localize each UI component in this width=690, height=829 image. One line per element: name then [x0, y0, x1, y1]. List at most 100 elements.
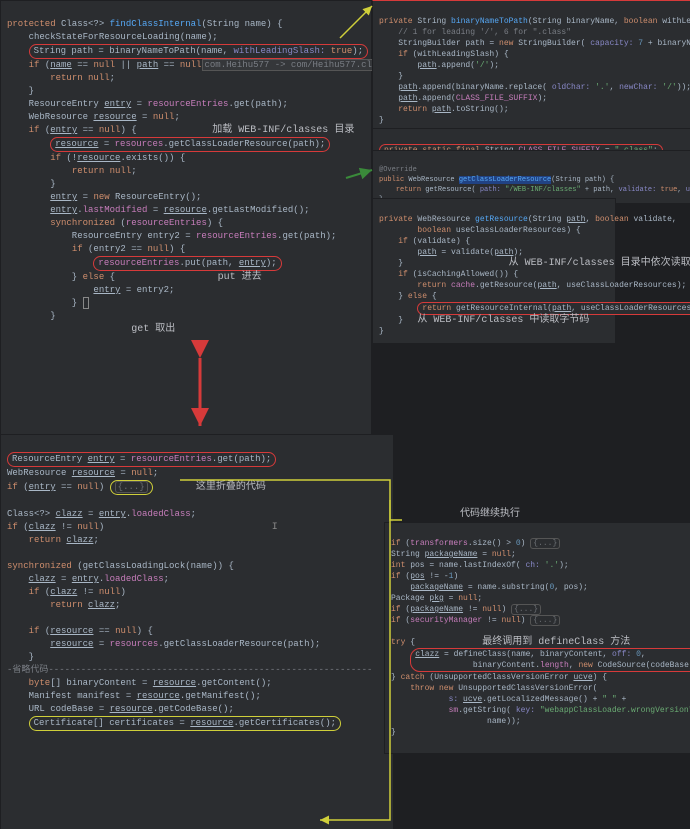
cl: synchronized (getClassLoadingLock(name))… [7, 561, 234, 571]
cl: if (clazz != null) I [7, 522, 278, 532]
cl: } 从 WEB-INF/classes 目录中依次读取 [379, 259, 690, 268]
cl: if (entry == null) { 加载 WEB-INF/classes … [7, 125, 354, 135]
cl: WebResource resource = null; [7, 468, 158, 478]
cl: entry = new ResourceEntry(); [7, 192, 201, 202]
cl: public WebResource getClassLoaderResourc… [379, 176, 614, 184]
cl: path.append('/'); [379, 61, 499, 70]
cl: path = validate(path); [379, 248, 523, 257]
hl-getresinternal: return getResourceInternal(path, useClas… [417, 302, 690, 315]
cl: ResourceEntry entry = resourceEntries.ge… [7, 454, 276, 464]
cl: Manifest manifest = resource.getManifest… [7, 691, 261, 701]
cl: ResourceEntry entry = resourceEntries.ge… [7, 99, 288, 109]
cl: packageName = name.substring(0, pos); [391, 583, 588, 592]
r1-binarynametopath: private String binaryNameToPath(String b… [372, 0, 690, 132]
cl: StringBuilder path = new StringBuilder( … [379, 39, 690, 48]
cl: -省略代码-----------------------------------… [7, 665, 372, 675]
cl: if (isCachingAllowed()) { [379, 270, 518, 279]
cl: if (!resource.exists()) { [7, 153, 185, 163]
cl: if (securityManager != null) {...} [391, 615, 560, 626]
ann-get-label: get 取出 [131, 324, 175, 335]
ann-read-bytes: 从 WEB-INF/classes 中读取字节码 [417, 315, 589, 326]
cl: ResourceEntry entry2 = resourceEntries.g… [7, 231, 336, 241]
cl [7, 613, 12, 623]
hl-path: String path = binaryNameToPath(name, wit… [29, 44, 369, 59]
cl: if (entry == null) {...} 这里折叠的代码 [7, 482, 266, 492]
ann-omitted: -省略代码-- [7, 665, 59, 675]
cl: } [7, 311, 56, 321]
cl: return null; [7, 166, 137, 176]
left-code-panel-lines: protected Class<?> findClassInternal(Str… [0, 0, 372, 442]
cl: path.append(CLASS_FILE_SUFFIX); [379, 94, 547, 103]
cl: resource = resources.getClassLoaderResou… [7, 139, 330, 149]
cl: // 1 for leading '/', 6 for ".class" [379, 28, 571, 37]
cl: Certificate[] certificates = resource.ge… [7, 718, 341, 728]
hl-getresource: resource = resources.getClassLoaderResou… [50, 137, 330, 152]
cl: WebResource resource = null; [7, 112, 180, 122]
caret-icon: I [272, 522, 278, 533]
cl [7, 548, 12, 558]
cl: s: ucve.getLocalizedMessage() + " " + [391, 695, 626, 704]
cl: } [379, 72, 403, 81]
ann-load-webinf: 加载 WEB-INF/classes 目录 [212, 125, 354, 136]
code-diagram: protected Class<?> protected Class<?> fi… [0, 0, 690, 829]
hl-defineclass: clazz = defineClass(name, binaryContent,… [410, 648, 690, 672]
cl: } 从 WEB-INF/classes 中读取字节码 [379, 316, 589, 325]
cl: private WebResource getResource(String p… [379, 215, 677, 224]
cl [391, 627, 396, 636]
cl: } [379, 327, 384, 336]
ann-put-label: put 进去 [218, 272, 262, 283]
cl: if (resource == null) { [7, 626, 153, 636]
cl: Class<?> clazz = entry.loadedClass; [7, 509, 196, 519]
cl: name)); [391, 717, 521, 726]
cl: } [379, 116, 384, 125]
hl-put: resourceEntries.put(path, entry); [93, 256, 281, 271]
cl: String path = binaryNameToPath(name, wit… [7, 46, 368, 56]
cl: checkStateForResourceLoading(name); [7, 32, 218, 42]
cl: if (validate) { [379, 237, 470, 246]
cl: if (clazz != null) [7, 587, 126, 597]
cl: entry.lastModified = resource.getLastMod… [7, 205, 310, 215]
cl: return getResource( path: "/WEB-INF/clas… [379, 186, 690, 194]
cl: synchronized (resourceEntries) { [7, 218, 223, 228]
r5-defineclass: if (transformers.size() > 0) {...} Strin… [384, 522, 690, 754]
cl: } [7, 298, 89, 308]
cl: return null; [7, 73, 115, 83]
cl: return clazz; [7, 535, 99, 545]
cl [7, 496, 12, 506]
cl: } [7, 86, 34, 96]
cl: byte[] binaryContent = resource.getConte… [7, 678, 272, 688]
cl: sm.getString( key: "webappClassLoader.wr… [391, 706, 690, 715]
ann-read-dir: 从 WEB-INF/classes 目录中依次读取 [509, 258, 690, 269]
cl: return getResourceInternal(path, useClas… [379, 304, 690, 313]
cl: } [7, 179, 56, 189]
cl: if (packageName != null) {...} [391, 604, 541, 615]
cl: } [391, 728, 396, 737]
cl: get 取出 [7, 324, 175, 334]
popup-tooltip: com.Heihu577 -> com/Heihu577.class [202, 59, 392, 71]
cl: URL codeBase = resource.getCodeBase(); [7, 704, 234, 714]
cl: resource = resources.getClassLoaderResou… [7, 639, 320, 649]
cl: int pos = name.lastIndexOf( ch: '.'); [391, 561, 569, 570]
mid-code-panel: ResourceEntry entry = resourceEntries.ge… [0, 434, 394, 829]
cl: Package pkg = null; [391, 594, 482, 603]
cl: if (withLeadingSlash) { [379, 50, 509, 59]
ann-continue: 代码继续执行 [460, 504, 520, 520]
cl: return path.toString(); [379, 105, 509, 114]
cl: } else { [379, 292, 437, 301]
r3-getclassloaderresource: @Override public WebResource getClassLoa… [372, 150, 690, 204]
cl: } else { put 进去 [7, 272, 262, 282]
ann-fold-label: 这里折叠的代码 [196, 482, 266, 493]
cl: path.append(binaryName.replace( oldChar:… [379, 83, 690, 92]
cl: if (entry2 == null) { [7, 244, 185, 254]
cl: if (name == null || path == nullcom.Heih… [7, 59, 391, 71]
cl: try { 最终调用到 defineClass 方法 [391, 638, 630, 647]
cl: resourceEntries.put(path, entry); [7, 258, 282, 268]
hl-fold[interactable]: {...} [110, 480, 153, 495]
cl: return cache.getResource(path, useClassL… [379, 281, 686, 290]
cl: if (pos != -1) [391, 572, 458, 581]
ann-defineclass: 最终调用到 defineClass 方法 [482, 637, 630, 648]
cl: if (transformers.size() > 0) {...} [391, 538, 560, 549]
hl-entry-get: ResourceEntry entry = resourceEntries.ge… [7, 452, 276, 467]
cl: } [7, 652, 34, 662]
cl: throw new UnsupportedClassVersionError( [391, 684, 597, 693]
